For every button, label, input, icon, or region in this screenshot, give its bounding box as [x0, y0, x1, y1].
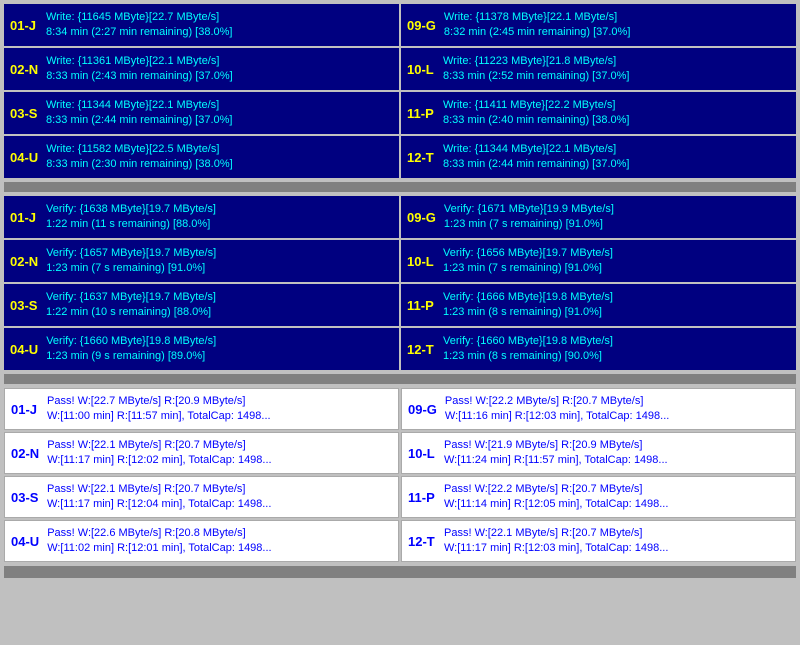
- device-id: 11-P: [407, 298, 435, 313]
- device-info: Write: {11344 MByte}[22.1 MByte/s]8:33 m…: [46, 98, 232, 129]
- pass-info: Pass! W:[22.7 MByte/s] R:[20.9 MByte/s]W…: [47, 394, 271, 425]
- pass-device-id: 09-G: [408, 402, 437, 417]
- device-id: 09-G: [407, 210, 436, 225]
- read-test-grid: 01-J Pass! W:[22.7 MByte/s] R:[20.9 MByte…: [4, 388, 796, 562]
- device-info: Verify: {1666 MByte}[19.8 MByte/s]1:23 m…: [443, 290, 613, 321]
- device-info: Write: {11361 MByte}[22.1 MByte/s]8:33 m…: [46, 54, 232, 85]
- read-test-label: [4, 374, 796, 384]
- read-test-section: 01-J Pass! W:[22.7 MByte/s] R:[20.9 MByte…: [4, 388, 796, 562]
- verify-test-section: 01-J Verify: {1638 MByte}[19.7 MByte/s]1:…: [4, 196, 796, 370]
- device-cell-04-u: 04-U Write: {11582 MByte}[22.5 MByte/s]8:…: [4, 136, 399, 178]
- device-cell-01-j: 01-J Write: {11645 MByte}[22.7 MByte/s]8:…: [4, 4, 399, 46]
- pass-info: Pass! W:[22.1 MByte/s] R:[20.7 MByte/s]W…: [444, 526, 668, 557]
- device-id: 09-G: [407, 18, 436, 33]
- device-info: Verify: {1637 MByte}[19.7 MByte/s]1:22 m…: [46, 290, 216, 321]
- pass-cell-09-g: 09-G Pass! W:[22.2 MByte/s] R:[20.7 MByte…: [401, 388, 796, 430]
- written-test-label: [4, 182, 796, 192]
- pass-info: Pass! W:[22.1 MByte/s] R:[20.7 MByte/s]W…: [47, 482, 271, 513]
- device-id: 01-J: [10, 18, 38, 33]
- device-info: Verify: {1638 MByte}[19.7 MByte/s]1:22 m…: [46, 202, 216, 233]
- device-info: Write: {11378 MByte}[22.1 MByte/s]8:32 m…: [444, 10, 630, 41]
- device-info: Write: {11344 MByte}[22.1 MByte/s]8:33 m…: [443, 142, 629, 173]
- device-id: 02-N: [10, 62, 38, 77]
- device-cell-10-l: 10-L Verify: {1656 MByte}[19.7 MByte/s]1:…: [401, 240, 796, 282]
- device-id: 01-J: [10, 210, 38, 225]
- pass-device-id: 04-U: [11, 534, 39, 549]
- device-info: Verify: {1660 MByte}[19.8 MByte/s]1:23 m…: [443, 334, 613, 365]
- device-cell-04-u: 04-U Verify: {1660 MByte}[19.8 MByte/s]1:…: [4, 328, 399, 370]
- device-cell-03-s: 03-S Verify: {1637 MByte}[19.7 MByte/s]1:…: [4, 284, 399, 326]
- pass-device-id: 02-N: [11, 446, 39, 461]
- device-info: Write: {11411 MByte}[22.2 MByte/s]8:33 m…: [443, 98, 629, 129]
- device-cell-09-g: 09-G Write: {11378 MByte}[22.1 MByte/s]8:…: [401, 4, 796, 46]
- device-id: 10-L: [407, 62, 435, 77]
- device-info: Verify: {1660 MByte}[19.8 MByte/s]1:23 m…: [46, 334, 216, 365]
- pass-device-id: 03-S: [11, 490, 39, 505]
- pass-device-id: 01-J: [11, 402, 39, 417]
- footer-bar: [4, 566, 796, 578]
- device-cell-10-l: 10-L Write: {11223 MByte}[21.8 MByte/s]8:…: [401, 48, 796, 90]
- pass-device-id: 12-T: [408, 534, 436, 549]
- device-info: Verify: {1671 MByte}[19.9 MByte/s]1:23 m…: [444, 202, 614, 233]
- device-id: 12-T: [407, 342, 435, 357]
- device-info: Write: {11645 MByte}[22.7 MByte/s]8:34 m…: [46, 10, 232, 41]
- device-info: Write: {11582 MByte}[22.5 MByte/s]8:33 m…: [46, 142, 232, 173]
- device-id: 10-L: [407, 254, 435, 269]
- pass-cell-11-p: 11-P Pass! W:[22.2 MByte/s] R:[20.7 MByte…: [401, 476, 796, 518]
- device-cell-09-g: 09-G Verify: {1671 MByte}[19.9 MByte/s]1:…: [401, 196, 796, 238]
- pass-cell-04-u: 04-U Pass! W:[22.6 MByte/s] R:[20.8 MByte…: [4, 520, 399, 562]
- device-cell-11-p: 11-P Write: {11411 MByte}[22.2 MByte/s]8:…: [401, 92, 796, 134]
- pass-device-id: 10-L: [408, 446, 436, 461]
- device-cell-03-s: 03-S Write: {11344 MByte}[22.1 MByte/s]8:…: [4, 92, 399, 134]
- pass-cell-12-t: 12-T Pass! W:[22.1 MByte/s] R:[20.7 MByte…: [401, 520, 796, 562]
- device-id: 04-U: [10, 342, 38, 357]
- pass-info: Pass! W:[21.9 MByte/s] R:[20.9 MByte/s]W…: [444, 438, 668, 469]
- pass-info: Pass! W:[22.2 MByte/s] R:[20.7 MByte/s]W…: [445, 394, 669, 425]
- pass-info: Pass! W:[22.1 MByte/s] R:[20.7 MByte/s]W…: [47, 438, 271, 469]
- pass-cell-01-j: 01-J Pass! W:[22.7 MByte/s] R:[20.9 MByte…: [4, 388, 399, 430]
- device-cell-02-n: 02-N Verify: {1657 MByte}[19.7 MByte/s]1:…: [4, 240, 399, 282]
- device-id: 12-T: [407, 150, 435, 165]
- device-id: 11-P: [407, 106, 435, 121]
- device-id: 02-N: [10, 254, 38, 269]
- write-test-section: 01-J Write: {11645 MByte}[22.7 MByte/s]8:…: [4, 4, 796, 178]
- device-id: 03-S: [10, 298, 38, 313]
- device-cell-12-t: 12-T Write: {11344 MByte}[22.1 MByte/s]8:…: [401, 136, 796, 178]
- pass-cell-10-l: 10-L Pass! W:[21.9 MByte/s] R:[20.9 MByte…: [401, 432, 796, 474]
- pass-info: Pass! W:[22.6 MByte/s] R:[20.8 MByte/s]W…: [47, 526, 271, 557]
- pass-info: Pass! W:[22.2 MByte/s] R:[20.7 MByte/s]W…: [444, 482, 668, 513]
- device-id: 04-U: [10, 150, 38, 165]
- device-info: Verify: {1656 MByte}[19.7 MByte/s]1:23 m…: [443, 246, 613, 277]
- pass-cell-02-n: 02-N Pass! W:[22.1 MByte/s] R:[20.7 MByte…: [4, 432, 399, 474]
- device-cell-11-p: 11-P Verify: {1666 MByte}[19.8 MByte/s]1:…: [401, 284, 796, 326]
- device-cell-02-n: 02-N Write: {11361 MByte}[22.1 MByte/s]8:…: [4, 48, 399, 90]
- write-test-grid: 01-J Write: {11645 MByte}[22.7 MByte/s]8:…: [4, 4, 796, 178]
- main-container: 01-J Write: {11645 MByte}[22.7 MByte/s]8:…: [0, 0, 800, 582]
- device-info: Verify: {1657 MByte}[19.7 MByte/s]1:23 m…: [46, 246, 216, 277]
- pass-cell-03-s: 03-S Pass! W:[22.1 MByte/s] R:[20.7 MByte…: [4, 476, 399, 518]
- device-cell-12-t: 12-T Verify: {1660 MByte}[19.8 MByte/s]1:…: [401, 328, 796, 370]
- pass-device-id: 11-P: [408, 490, 436, 505]
- device-info: Write: {11223 MByte}[21.8 MByte/s]8:33 m…: [443, 54, 629, 85]
- device-cell-01-j: 01-J Verify: {1638 MByte}[19.7 MByte/s]1:…: [4, 196, 399, 238]
- device-id: 03-S: [10, 106, 38, 121]
- verify-test-grid: 01-J Verify: {1638 MByte}[19.7 MByte/s]1:…: [4, 196, 796, 370]
